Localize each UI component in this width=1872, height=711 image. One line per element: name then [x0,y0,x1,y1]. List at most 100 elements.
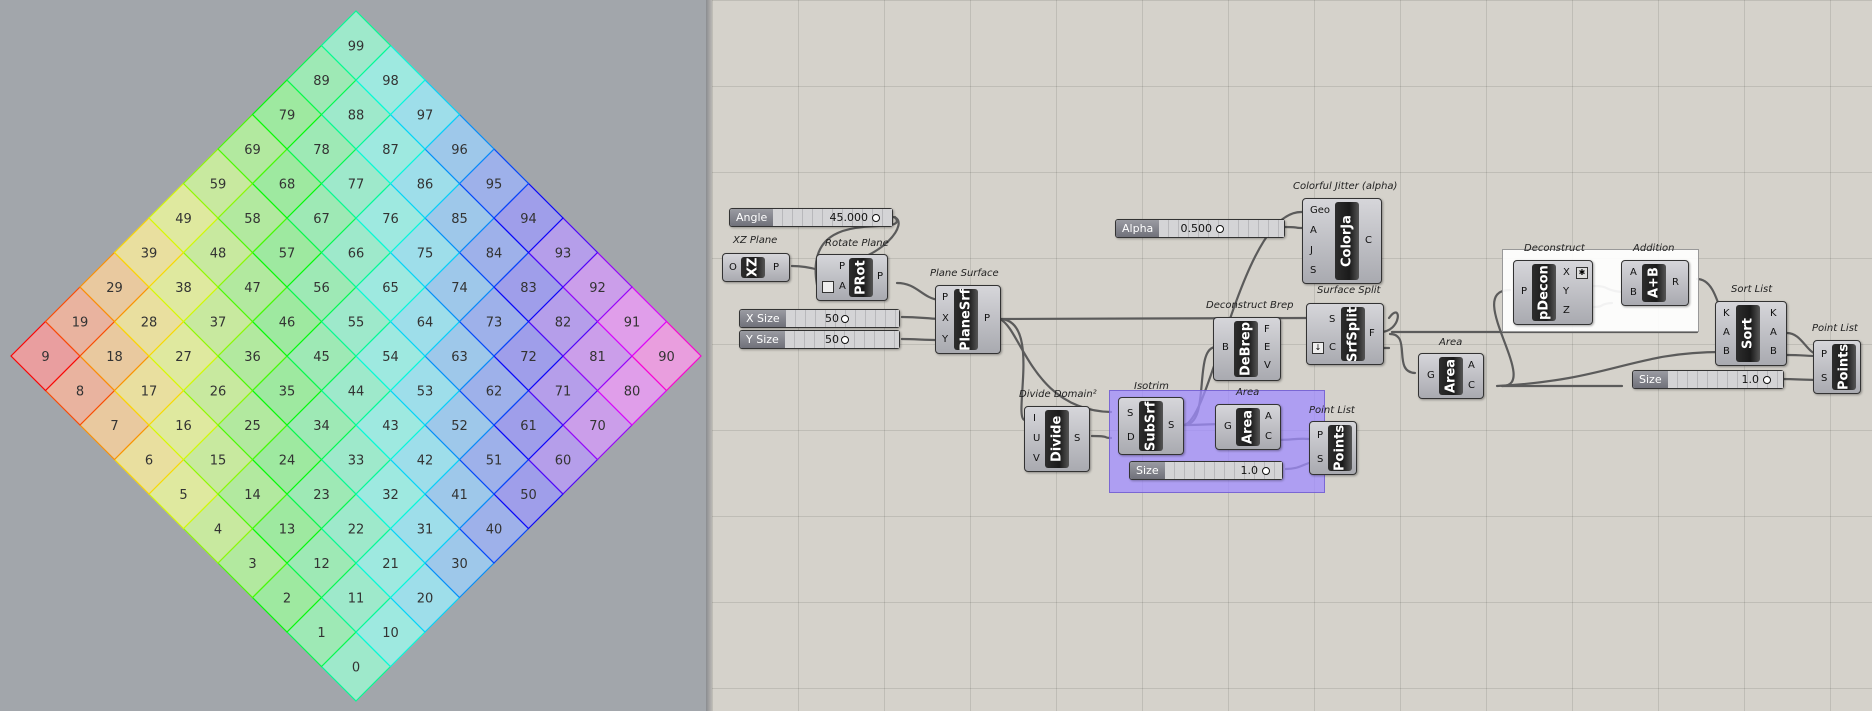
alpha-slider[interactable]: Alpha 0.500 [1115,219,1285,238]
grid-cell-number: 59 [210,178,227,193]
port-K: K [1770,308,1777,319]
port-D: D [1127,432,1135,443]
port-K: K [1723,308,1730,319]
slider-name: Y Size [740,331,785,348]
grid-cell-number: 10 [382,626,399,641]
grid-cell-number: 71 [555,385,572,400]
port-C: C [1365,235,1372,246]
grid-cell-number: 48 [210,247,227,262]
component-core: Area [1236,408,1260,446]
point-list-label-2: Point List [1812,323,1858,334]
grid-cell-number: 0 [352,661,360,676]
plane-surface-label: Plane Surface [930,268,999,279]
port-S: S [1168,420,1175,431]
deconstruct-point-component[interactable]: P pDecon X Y Z ✱ [1513,260,1593,325]
port-C: C [1329,342,1336,353]
size-slider-1[interactable]: Size 1.0 [1129,461,1283,480]
grid-cell-number: 87 [382,143,399,158]
port-S: S [1310,265,1317,276]
grid-cell-number: 73 [486,316,503,331]
slider-value: 1.0 [1240,464,1259,477]
component-core: A+B [1642,264,1666,302]
slider-knob[interactable] [1216,225,1224,233]
rotate-plane-component[interactable]: P A PRot P [816,254,888,301]
grid-cell-number: 52 [451,419,468,434]
point-list-component-2[interactable]: P S Points [1813,340,1861,394]
deconstruct-brep-component[interactable]: B DeBrep F E V [1213,317,1281,381]
grid-cell-number: 54 [382,350,399,365]
port-U: U [1033,433,1041,444]
port-P: P [1521,286,1528,297]
grid-cell-number: 93 [555,247,572,262]
component-core: DeBrep [1234,321,1258,377]
colorful-jitter-component[interactable]: Geo A J S ColorJa C [1302,198,1382,284]
port-G: G [1224,421,1232,432]
plane-surface-component[interactable]: P X Y PlaneSrf P [935,285,1001,354]
isotrim-component[interactable]: S D SubSrf S [1118,397,1184,455]
rhino-viewport[interactable]: 0 1 2 3 4 5 6 7 8 9 10 11 12 13 14 15 16 17 18 19 20 21 22 23 24… [0,0,712,711]
slider-knob[interactable] [1262,467,1270,475]
deconstruct-brep-label: Deconstruct Brep [1206,300,1294,311]
slider-name: Alpha [1116,220,1160,237]
grid-cell-number: 86 [417,178,434,193]
area-component-2[interactable]: G Area A C [1418,353,1484,399]
grid-cell-number: 25 [244,419,261,434]
grid-cell-number: 38 [175,281,192,296]
area-label: Area [1236,387,1260,398]
grid-cell-number: 27 [175,350,192,365]
grid-cell-number: 66 [348,247,365,262]
slider-knob[interactable] [872,214,880,222]
isotrim-label: Isotrim [1134,381,1169,392]
port-P: P [984,313,991,324]
grid-cell-number: 57 [279,247,296,262]
slider-name: Size [1633,371,1668,388]
port-C: C [1468,380,1475,391]
grid-cell-number: 90 [658,350,675,365]
size-slider-2[interactable]: Size 1.0 [1632,370,1784,389]
component-core: pDecon [1532,264,1556,321]
port-A: A [1265,411,1272,422]
grid-cell-number: 60 [555,454,572,469]
grid-cell-number: 19 [72,316,89,331]
slider-knob[interactable] [1763,376,1771,384]
grid-cell-number: 98 [382,74,399,89]
port-B: B [1222,342,1229,353]
angle-slider[interactable]: Angle 45.000 [729,208,893,227]
grid-cell-number: 63 [451,350,468,365]
grid-cell-number: 15 [210,454,227,469]
wire-layer [790,210,1820,471]
sort-list-component[interactable]: K A B Sort K A B [1715,301,1787,366]
area-component-1[interactable]: G Area A C [1215,404,1281,450]
port-A: A [839,281,846,292]
grasshopper-canvas[interactable]: Angle 45.000 Alpha 0.500 X Size 50 Y Siz… [712,0,1872,711]
grid-cell-number: 37 [210,316,227,331]
xz-plane-component[interactable]: O XZ P [722,253,790,282]
component-core: ColorJa [1335,202,1359,280]
grid-cell-number: 43 [382,419,399,434]
grid-cell-number: 14 [244,488,261,503]
divide-domain-component[interactable]: I U V Divide S [1024,406,1090,472]
slider-knob[interactable] [841,336,849,344]
ysize-slider[interactable]: Y Size 50 [739,330,900,349]
grid-cell-number: 96 [451,143,468,158]
grid-cell-number: 21 [382,557,399,572]
xsize-slider[interactable]: X Size 50 [739,309,900,328]
slider-knob[interactable] [841,315,849,323]
grid-cell-number: 80 [624,385,641,400]
port-F: F [1264,324,1270,335]
port-P: P [839,261,846,272]
port-V: V [1033,453,1040,464]
port-B: B [1630,287,1637,298]
point-list-component-1[interactable]: P S Points [1309,421,1357,475]
grid-cell-number: 26 [210,385,227,400]
surface-split-component[interactable]: S C ↓ SrfSplit F [1306,303,1384,365]
options-icon[interactable]: ✱ [1576,267,1588,279]
grid-cell-number: 12 [313,557,330,572]
addition-component[interactable]: A B A+B R [1621,260,1689,306]
grid-cell-number: 56 [313,281,330,296]
grid-cell-number: 4 [214,523,222,538]
grid-cell-number: 8 [76,385,84,400]
grid-cell-number: 74 [451,281,468,296]
slider-value: 50 [825,312,839,325]
slider-value: 50 [825,333,839,346]
